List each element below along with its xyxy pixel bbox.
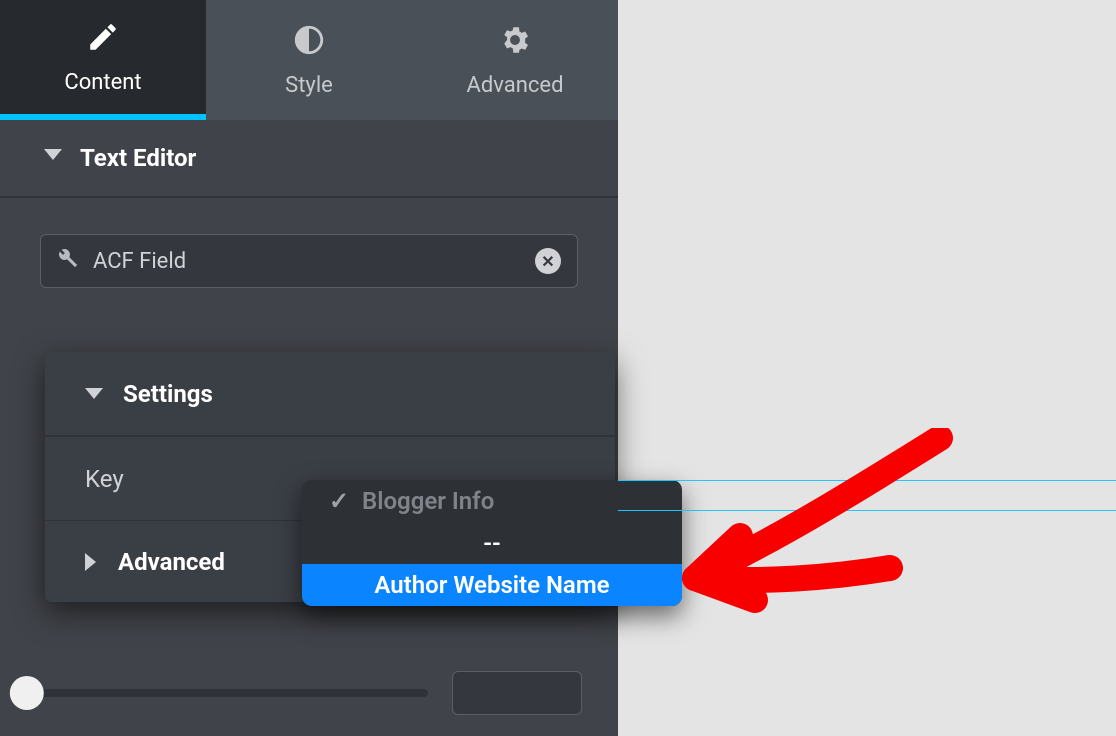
tab-style[interactable]: Style xyxy=(206,0,412,120)
dropdown-item-none[interactable]: -- xyxy=(302,522,682,564)
gear-icon xyxy=(498,23,532,63)
annotation-arrow xyxy=(640,428,960,638)
advanced-title: Advanced xyxy=(118,548,225,576)
tab-advanced[interactable]: Advanced xyxy=(412,0,618,120)
slider-value-box[interactable] xyxy=(452,671,582,715)
tab-content[interactable]: Content xyxy=(0,0,206,120)
panel-body: ACF Field ✕ xyxy=(0,198,618,288)
chevron-right-icon xyxy=(85,553,96,571)
wrench-icon xyxy=(57,247,79,275)
chevron-down-icon xyxy=(44,149,62,167)
key-dropdown: ✓ Blogger Info -- Author Website Name xyxy=(302,480,682,606)
slider-control xyxy=(0,668,618,718)
canvas-guide-bottom xyxy=(618,510,1116,511)
tab-style-label: Style xyxy=(285,73,333,98)
tab-content-label: Content xyxy=(64,70,141,95)
dropdown-dash: -- xyxy=(483,529,501,557)
tab-advanced-label: Advanced xyxy=(467,73,564,98)
check-icon: ✓ xyxy=(328,487,350,515)
tabs: Content Style Advanced xyxy=(0,0,618,120)
slider-thumb[interactable] xyxy=(10,676,44,710)
pencil-icon xyxy=(86,20,120,60)
dynamic-tag-pill[interactable]: ACF Field ✕ xyxy=(40,234,578,288)
dropdown-item-selected[interactable]: Author Website Name xyxy=(302,564,682,606)
canvas-guide-top xyxy=(618,480,1116,481)
dropdown-group: ✓ Blogger Info xyxy=(302,480,682,522)
slider-track[interactable] xyxy=(20,689,428,697)
dropdown-group-label: Blogger Info xyxy=(362,487,494,515)
chevron-down-icon xyxy=(85,388,103,399)
contrast-icon xyxy=(292,23,326,63)
dropdown-selected-label: Author Website Name xyxy=(374,571,609,599)
settings-title: Settings xyxy=(123,380,213,408)
settings-section[interactable]: Settings xyxy=(45,352,615,436)
clear-icon[interactable]: ✕ xyxy=(535,248,561,274)
key-label: Key xyxy=(85,465,124,493)
section-title: Text Editor xyxy=(80,144,196,172)
dynamic-tag-label: ACF Field xyxy=(93,249,521,274)
section-text-editor[interactable]: Text Editor xyxy=(0,120,618,198)
